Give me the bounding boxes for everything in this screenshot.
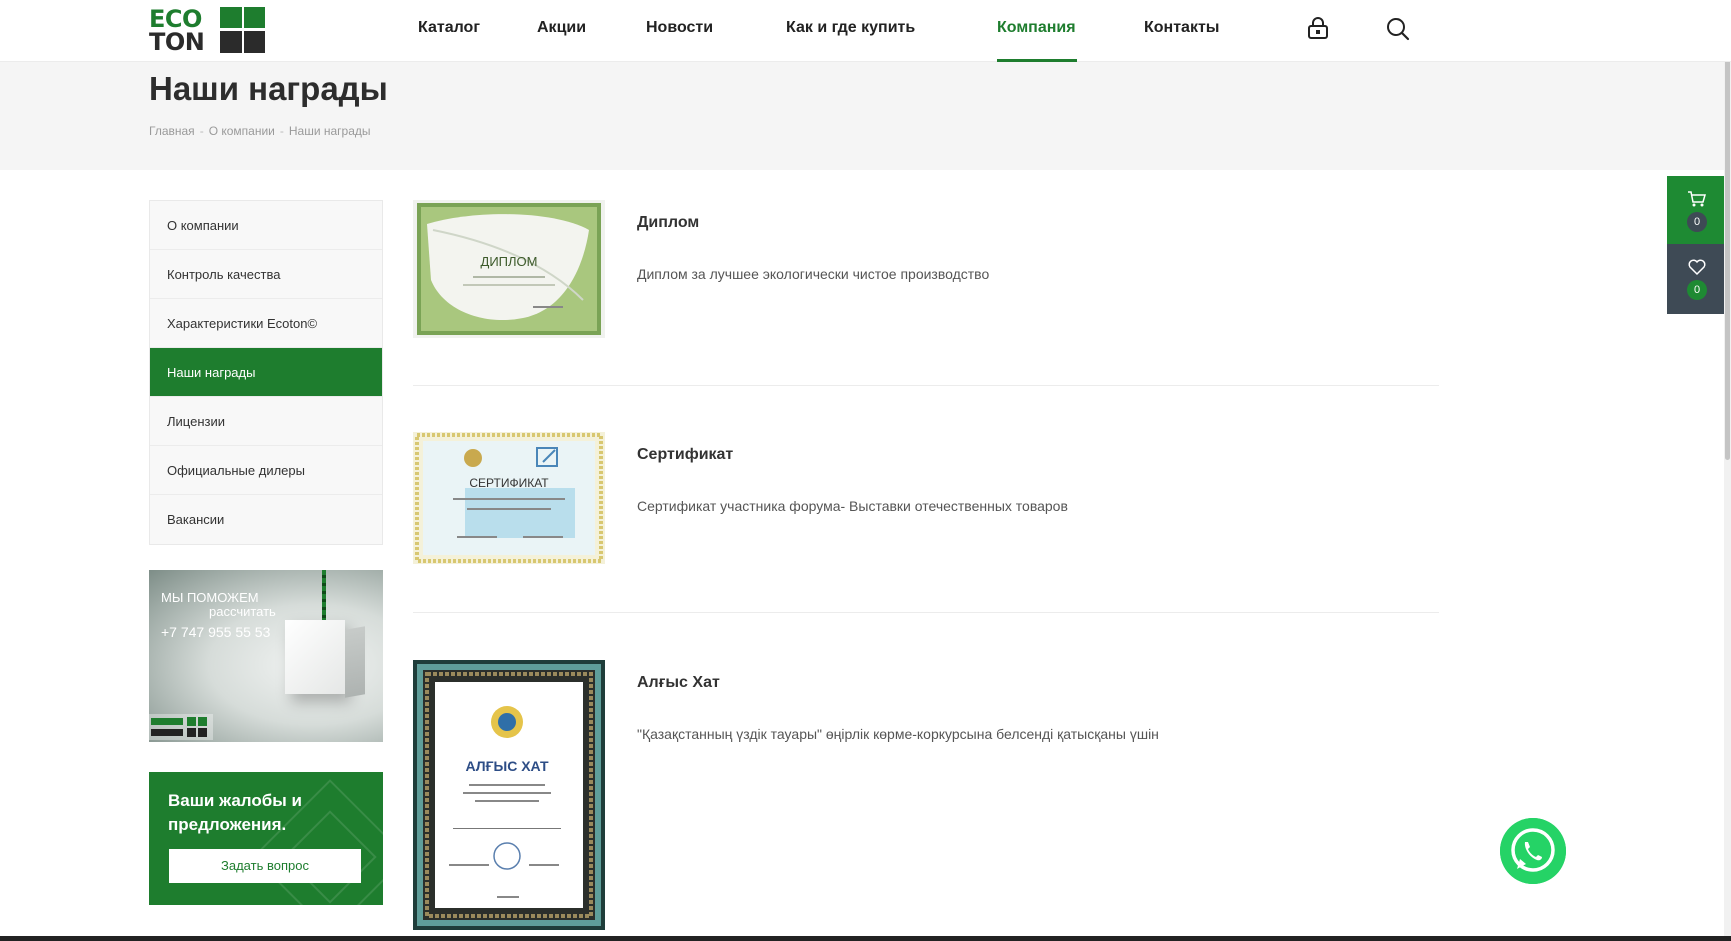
sidebar-item-about[interactable]: О компании [150, 201, 382, 250]
award-item: ДИПЛОМ Диплом Диплом за лучшее экологиче… [413, 200, 1439, 340]
nav-item-where-to-buy[interactable]: Как и где купить [786, 19, 915, 37]
award-title[interactable]: Диплом [637, 214, 699, 232]
sidebar-item-quality-control[interactable]: Контроль качества [150, 250, 382, 299]
breadcrumb: Главная - О компании - Наши награды [149, 124, 371, 138]
cart-icon [1688, 191, 1706, 207]
cube-graphic [285, 620, 345, 694]
whatsapp-icon [1500, 818, 1566, 884]
bottom-bar [0, 936, 1731, 941]
sidebar-menu: О компании Контроль качества Характерист… [149, 200, 383, 545]
nav-item-company[interactable]: Компания [997, 19, 1076, 37]
sidebar-item-dealers[interactable]: Официальные дилеры [150, 446, 382, 495]
heart-icon [1688, 259, 1706, 276]
promo-banner[interactable]: МЫ ПОМОЖЕМ рассчитать +7 747 955 55 53 [149, 570, 383, 742]
logo-square [244, 7, 265, 28]
page-title: Наши награды [149, 70, 388, 107]
floating-cart-button[interactable]: 0 [1667, 176, 1726, 244]
sidebar-item-licenses[interactable]: Лицензии [150, 397, 382, 446]
certificate-caption: СЕРТИФИКАТ [469, 476, 549, 490]
cube-side-graphic [345, 626, 365, 698]
divider [413, 385, 1439, 386]
nav-item-contacts[interactable]: Контакты [1144, 19, 1219, 37]
breadcrumb-current: Наши награды [288, 124, 371, 138]
page: ECO TON Каталог Акции Новости Как и где … [0, 0, 1731, 941]
award-title[interactable]: Алғыс Хат [637, 674, 720, 692]
diploma-caption: ДИПЛОМ [481, 254, 538, 269]
logo-square [220, 31, 242, 53]
favorites-count-badge: 0 [1687, 280, 1707, 300]
nav-item-catalog[interactable]: Каталог [418, 19, 480, 37]
logo-square [220, 7, 242, 28]
search-icon[interactable] [1385, 16, 1411, 42]
title-band: Наши награды Главная - О компании - Наши наг… [0, 62, 1731, 170]
promo-line1: МЫ ПОМОЖЕМ [161, 590, 259, 605]
bag-lock-icon[interactable] [1305, 16, 1331, 42]
letter-caption: АЛҒЫС ХАТ [465, 758, 548, 774]
diploma-image[interactable]: ДИПЛОМ [413, 200, 605, 338]
nav-item-promotions[interactable]: Акции [537, 19, 586, 37]
promo-logo [149, 714, 213, 740]
certificate-image[interactable]: СЕРТИФИКАТ [413, 432, 605, 564]
promo-phone: +7 747 955 55 53 [161, 624, 271, 640]
ask-question-button[interactable]: Задать вопрос [169, 849, 361, 883]
breadcrumb-home[interactable]: Главная [149, 124, 195, 138]
award-item: АЛҒЫС ХАТ Алғыс Хат "Қазақстанның үздік … [413, 660, 1439, 930]
scrollbar-thumb[interactable] [1725, 30, 1730, 460]
promo-line2: рассчитать [209, 604, 276, 619]
whatsapp-button[interactable] [1500, 818, 1566, 884]
divider [413, 612, 1439, 613]
award-title[interactable]: Сертификат [637, 446, 733, 464]
site-header: ECO TON Каталог Акции Новости Как и где … [0, 0, 1731, 62]
sidebar-item-characteristics[interactable]: Характеристики Ecoton© [150, 299, 382, 348]
sidebar-item-vacancies[interactable]: Вакансии [150, 495, 382, 544]
sidebar-item-awards[interactable]: Наши награды [150, 348, 382, 397]
award-description: "Қазақстанның үздік тауары" өңірлік көрм… [637, 726, 1159, 742]
breadcrumb-separator: - [199, 124, 204, 138]
breadcrumb-separator: - [279, 124, 284, 138]
feedback-box: Ваши жалобы и предложения. Задать вопрос [149, 772, 383, 905]
cart-count-badge: 0 [1687, 212, 1707, 232]
logo-square [244, 31, 265, 53]
award-description: Сертификат участника форума- Выставки от… [637, 498, 1068, 514]
nav-active-underline [997, 59, 1077, 62]
feedback-title: Ваши жалобы и предложения. [168, 791, 302, 834]
logo-text-bottom: TON [149, 28, 205, 56]
award-item: СЕРТИФИКАТ Сертификат Сертификат участни… [413, 432, 1439, 566]
nav-item-news[interactable]: Новости [646, 19, 713, 37]
letter-of-thanks-image[interactable]: АЛҒЫС ХАТ [413, 660, 605, 930]
chain-graphic [322, 570, 326, 620]
award-description: Диплом за лучшее экологически чистое про… [637, 266, 990, 282]
floating-favorites-button[interactable]: 0 [1667, 244, 1726, 314]
ecoton-logo[interactable]: ECO TON [149, 7, 265, 56]
breadcrumb-about[interactable]: О компании [209, 124, 275, 138]
